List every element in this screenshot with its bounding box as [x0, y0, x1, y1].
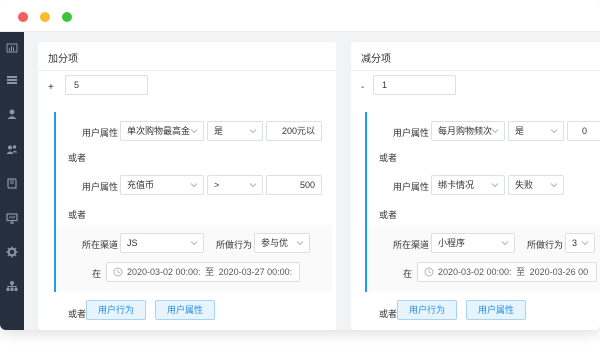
rule-group: 用户属性 单次购物最高金 是 200元以 或者 用户属性 充值币 > 500 或… [54, 112, 332, 330]
range-separator: 至 [516, 267, 526, 277]
chevron-down-icon [249, 129, 257, 134]
or-label: 或者 [68, 153, 87, 163]
minimize-window-button[interactable] [40, 12, 50, 22]
operator-select[interactable]: > [207, 175, 263, 195]
main-content: 加分项 + 5 用户属性 单次购物最高金 是 200元以 或者 用户属性 充值币… [24, 32, 600, 330]
divider [38, 70, 336, 71]
behavior-rule: 所在渠道 JS 所做行为 参与优 在 2020-03-02 00:00: 至 2… [56, 225, 332, 291]
users-icon[interactable] [6, 143, 18, 155]
maximize-window-button[interactable] [62, 12, 72, 22]
channel-select[interactable]: JS [120, 233, 204, 253]
org-chart-icon[interactable] [6, 280, 18, 292]
chevron-down-icon [190, 241, 198, 246]
action-label: 所做行为 [527, 240, 564, 250]
channel-select[interactable]: 小程序 [431, 233, 515, 253]
chevron-down-icon [491, 183, 499, 188]
bonus-panel: 加分项 + 5 用户属性 单次购物最高金 是 200元以 或者 用户属性 充值币… [38, 42, 336, 330]
minus-sign: - [361, 82, 365, 93]
chevron-down-icon [491, 129, 499, 134]
rule-type-label: 用户属性 [82, 182, 119, 192]
rule-row: 用户属性 每月购物频次 是 0 [367, 114, 600, 148]
behavior-rule: 所在渠道 小程序 所做行为 3 在 2020-03-02 00:00: 至 20… [367, 225, 600, 291]
chevron-down-icon [190, 129, 198, 134]
rule-type-label: 用户属性 [393, 182, 430, 192]
list-icon[interactable] [6, 74, 18, 86]
chevron-down-icon [249, 183, 257, 188]
operator-select[interactable]: 是 [207, 121, 263, 141]
chevron-down-icon [190, 183, 198, 188]
sidebar [0, 32, 24, 330]
rule-row: 用户属性 充值币 > 500 [56, 168, 332, 202]
clock-icon [424, 267, 434, 277]
value-input[interactable]: 500 [266, 175, 322, 195]
channel-label: 所在渠道 [82, 240, 119, 250]
range-separator: 至 [205, 267, 215, 277]
title-bar [0, 0, 600, 32]
time-label: 在 [92, 269, 102, 279]
or-label: 或者 [379, 153, 398, 163]
attribute-select[interactable]: 每月购物频次 [431, 121, 505, 141]
or-label: 或者 [379, 210, 398, 220]
score-input[interactable]: 5 [65, 75, 148, 95]
attribute-select[interactable]: 充值币 [120, 175, 204, 195]
end-date: 2020-03-26 00 [529, 267, 589, 277]
end-date: 2020-03-27 00:00: [218, 267, 293, 277]
rule-type-label: 用户属性 [82, 128, 119, 138]
or-label: 或者 [379, 309, 398, 319]
status-select[interactable]: 失败 [508, 175, 564, 195]
add-user-attribute-button[interactable]: 用户属性 [155, 300, 215, 320]
penalty-panel: 减分项 - 1 用户属性 每月购物频次 是 0 或者 用户属性 绑卡情况 失败 … [351, 42, 600, 330]
gear-icon[interactable] [6, 246, 18, 258]
channel-label: 所在渠道 [393, 240, 430, 250]
monitor-icon[interactable] [6, 212, 18, 224]
rule-row: 用户属性 单次购物最高金 是 200元以 [56, 114, 332, 148]
panel-title: 加分项 [48, 54, 78, 65]
time-label: 在 [403, 269, 413, 279]
chevron-down-icon [550, 129, 558, 134]
dashboard-icon[interactable] [6, 42, 18, 54]
operator-select[interactable]: 是 [508, 121, 564, 141]
panel-title: 减分项 [361, 54, 391, 65]
or-label: 或者 [68, 309, 87, 319]
action-select[interactable]: 参与优 [254, 233, 310, 253]
or-label: 或者 [68, 210, 87, 220]
chevron-down-icon [581, 241, 589, 246]
add-user-behavior-button[interactable]: 用户行为 [397, 300, 457, 320]
rule-row: 用户属性 绑卡情况 失败 [367, 168, 600, 202]
date-range-picker[interactable]: 2020-03-02 00:00: 至 2020-03-26 00 [417, 262, 597, 282]
close-window-button[interactable] [18, 12, 28, 22]
attribute-select[interactable]: 单次购物最高金 [120, 121, 204, 141]
date-range-picker[interactable]: 2020-03-02 00:00: 至 2020-03-27 00:00: [106, 262, 300, 282]
attribute-select[interactable]: 绑卡情况 [431, 175, 505, 195]
value-input[interactable]: 0 [567, 121, 600, 141]
clock-icon [113, 267, 123, 277]
chevron-down-icon [296, 241, 304, 246]
user-icon[interactable] [6, 108, 18, 120]
value-input[interactable]: 200元以 [266, 121, 322, 141]
rule-type-label: 用户属性 [393, 128, 430, 138]
chevron-down-icon [501, 241, 509, 246]
score-input[interactable]: 1 [373, 75, 456, 95]
action-select[interactable]: 3 [565, 233, 595, 253]
add-user-behavior-button[interactable]: 用户行为 [86, 300, 146, 320]
rule-group: 用户属性 每月购物频次 是 0 或者 用户属性 绑卡情况 失败 或者 所在渠道 … [365, 112, 600, 330]
action-label: 所做行为 [216, 240, 253, 250]
start-date: 2020-03-02 00:00: [127, 267, 201, 277]
plus-sign: + [48, 82, 54, 93]
start-date: 2020-03-02 00:00: [438, 267, 512, 277]
book-icon[interactable] [6, 177, 18, 189]
add-user-attribute-button[interactable]: 用户属性 [466, 300, 526, 320]
app-window: 加分项 + 5 用户属性 单次购物最高金 是 200元以 或者 用户属性 充值币… [0, 0, 600, 330]
chevron-down-icon [550, 183, 558, 188]
divider [351, 70, 600, 71]
